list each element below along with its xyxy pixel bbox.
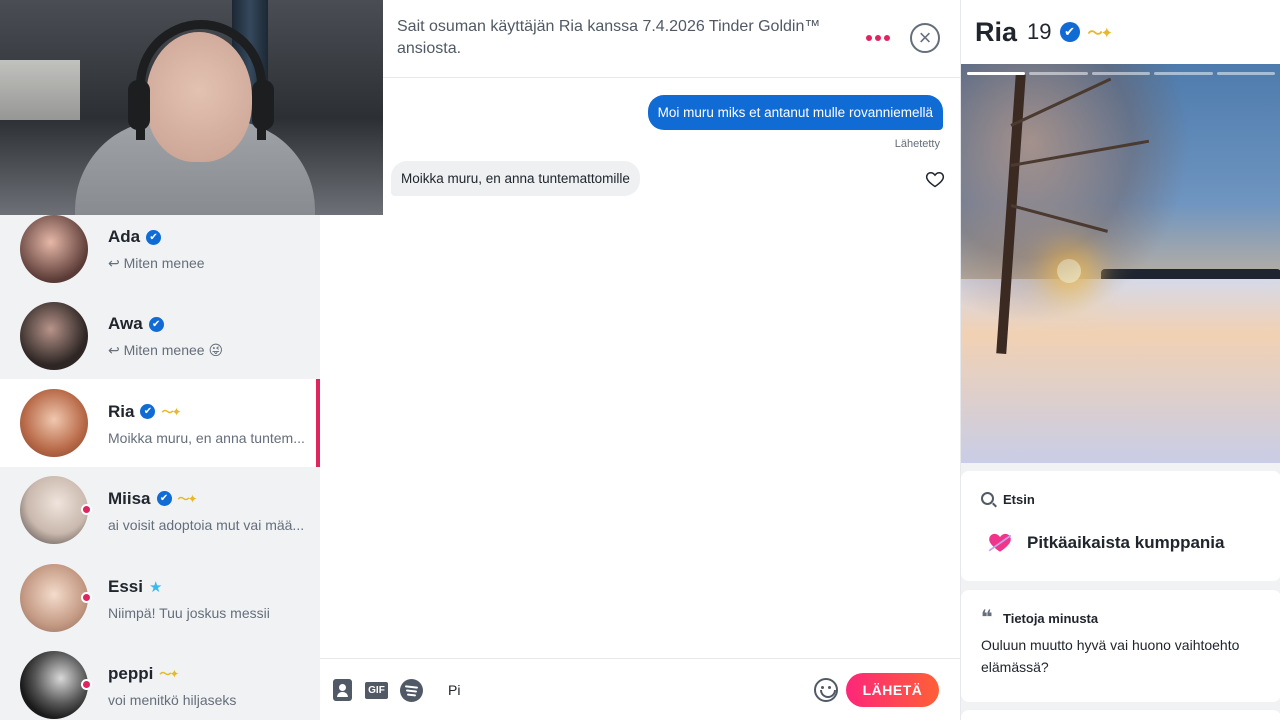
profile-name: Ria bbox=[975, 16, 1018, 47]
quote-icon: ❝ bbox=[981, 607, 993, 629]
conversation-preview: ↩ Miten menee bbox=[108, 255, 205, 271]
match-info-text: Sait osuman käyttäjän Ria kanssa 7.4.202… bbox=[397, 18, 821, 57]
conversation-list: Ada ✔ ↩ Miten menee Awa ✔ ↩ Miten menee … bbox=[0, 215, 320, 720]
avatar bbox=[20, 302, 88, 370]
gif-button[interactable]: GIF bbox=[365, 682, 388, 699]
verified-badge-icon: ✔ bbox=[140, 404, 156, 419]
gold-icon: 〜✦ bbox=[1087, 24, 1114, 42]
online-indicator-icon bbox=[81, 504, 92, 515]
gold-icon: 〜✦ bbox=[177, 492, 198, 506]
photo-page-indicator[interactable] bbox=[1154, 72, 1213, 75]
gold-icon: 〜✦ bbox=[161, 405, 181, 419]
photo-page-indicator[interactable] bbox=[1091, 72, 1151, 75]
online-indicator-icon bbox=[81, 592, 92, 603]
conversation-name: Ria bbox=[108, 401, 135, 421]
about-me-text: Ouluun muutto hyvä vai huono vaihtoehto … bbox=[981, 637, 1240, 675]
conversation-preview: ai voisit adoptoia mut vai mää... bbox=[108, 516, 305, 533]
chat-header: Sait osuman käyttäjän Ria kanssa 7.4.202… bbox=[383, 0, 960, 78]
profile-panel: Ria 19 ✔ 〜✦ Etsin Pitkäaikaista kumppani bbox=[960, 0, 1280, 720]
message-input[interactable] bbox=[448, 677, 798, 703]
webcam-headset-cup-left bbox=[128, 80, 150, 130]
conversation-preview: voi menitkö hiljaseks bbox=[108, 691, 237, 708]
conversation-name: Essi bbox=[108, 576, 143, 596]
verified-badge-icon: ✔ bbox=[148, 316, 164, 332]
conversation-item-peppi[interactable]: peppi 〜✦ voi menitkö hiljaseks bbox=[0, 641, 320, 720]
contact-card-icon[interactable] bbox=[333, 679, 352, 701]
close-icon[interactable]: × bbox=[910, 23, 940, 53]
star-icon: ★ bbox=[148, 578, 163, 596]
incoming-message-bubble[interactable]: Moikka muru, en anna tuntemattomille bbox=[391, 161, 640, 196]
avatar bbox=[20, 564, 88, 632]
photo-page-indicator[interactable] bbox=[967, 72, 1026, 75]
photo-page-indicator[interactable] bbox=[1029, 72, 1088, 75]
conversation-item-ria[interactable]: Ria ✔ 〜✦ Moikka muru, en anna tuntem... bbox=[0, 379, 320, 467]
verified-badge-icon: ✔ bbox=[1059, 22, 1080, 42]
conversation-preview: ↩ Miten menee 😜 bbox=[108, 342, 224, 358]
looking-for-card: Etsin Pitkäaikaista kumppania bbox=[961, 471, 1280, 581]
conversation-item-essi[interactable]: Essi ★ Niimpä! Tuu joskus messii bbox=[0, 554, 320, 642]
spotify-icon[interactable] bbox=[400, 679, 423, 702]
conversation-item-awa[interactable]: Awa ✔ ↩ Miten menee 😜 bbox=[0, 292, 320, 380]
webcam-overlay bbox=[0, 0, 383, 215]
chat-messages: Moi muru miks et antanut mulle rovanniem… bbox=[320, 78, 960, 658]
looking-for-value: Pitkäaikaista kumppania bbox=[1027, 533, 1225, 552]
conversation-text: Ada ✔ ↩ Miten menee bbox=[108, 226, 308, 272]
next-card-edge bbox=[961, 710, 1280, 720]
send-button[interactable]: LÄHETÄ bbox=[846, 673, 939, 707]
search-icon bbox=[981, 492, 994, 505]
dot-icon bbox=[884, 35, 890, 41]
heart-arrow-icon bbox=[988, 533, 1012, 552]
profile-photo[interactable] bbox=[961, 64, 1280, 463]
webcam-background-shelf bbox=[0, 60, 80, 120]
conversation-name: Miisa bbox=[108, 488, 151, 508]
about-me-card: ❝ Tietoja minusta Ouluun muutto hyvä vai… bbox=[961, 590, 1280, 702]
avatar bbox=[20, 215, 88, 283]
conversation-preview: Niimpä! Tuu joskus messii bbox=[108, 604, 270, 621]
profile-age: 19 bbox=[1027, 19, 1052, 44]
avatar bbox=[20, 476, 88, 544]
verified-badge-icon: ✔ bbox=[146, 229, 162, 245]
conversation-name: Ada bbox=[108, 227, 141, 246]
online-indicator-icon bbox=[81, 679, 92, 690]
webcam-headset bbox=[136, 20, 266, 140]
conversation-text: Essi ★ Niimpä! Tuu joskus messii bbox=[108, 576, 308, 621]
conversation-item-miisa[interactable]: Miisa ✔ 〜✦ ai voisit adoptoia mut vai mä… bbox=[0, 466, 320, 554]
photo-pagination bbox=[967, 72, 1276, 75]
conversation-name: peppi bbox=[108, 663, 154, 683]
looking-for-label: Etsin bbox=[1003, 492, 1035, 507]
webcam-headset-cup-right bbox=[252, 80, 274, 130]
conversation-name: Awa bbox=[108, 314, 143, 333]
conversation-text: Awa ✔ ↩ Miten menee 😜 bbox=[108, 313, 308, 359]
profile-header: Ria 19 ✔ 〜✦ bbox=[961, 0, 1280, 64]
like-message-heart-icon[interactable] bbox=[925, 169, 945, 189]
avatar bbox=[20, 651, 88, 719]
dot-icon bbox=[866, 35, 872, 41]
app-root: Ada ✔ ↩ Miten menee Awa ✔ ↩ Miten menee … bbox=[0, 0, 1280, 720]
dot-icon bbox=[875, 35, 881, 41]
conversation-text: Miisa ✔ 〜✦ ai voisit adoptoia mut vai mä… bbox=[108, 488, 308, 533]
verified-badge-icon: ✔ bbox=[156, 491, 172, 506]
emoji-picker-icon[interactable] bbox=[814, 678, 838, 702]
conversation-item-ada[interactable]: Ada ✔ ↩ Miten menee bbox=[0, 215, 320, 293]
message-composer: GIF LÄHETÄ bbox=[320, 658, 960, 720]
avatar bbox=[20, 389, 88, 457]
message-status-label: Lähetetty bbox=[894, 138, 940, 150]
outgoing-message-bubble[interactable]: Moi muru miks et antanut mulle rovanniem… bbox=[647, 95, 943, 130]
gold-icon: 〜✦ bbox=[159, 667, 179, 681]
conversation-preview: Moikka muru, en anna tuntem... bbox=[108, 429, 305, 446]
more-options-button[interactable] bbox=[863, 27, 893, 49]
about-me-label: Tietoja minusta bbox=[1003, 611, 1099, 626]
photo-page-indicator[interactable] bbox=[1216, 72, 1276, 75]
conversation-text: Ria ✔ 〜✦ Moikka muru, en anna tuntem... bbox=[108, 401, 308, 446]
conversation-text: peppi 〜✦ voi menitkö hiljaseks bbox=[108, 663, 308, 708]
photo-tree-crown bbox=[961, 64, 1191, 324]
